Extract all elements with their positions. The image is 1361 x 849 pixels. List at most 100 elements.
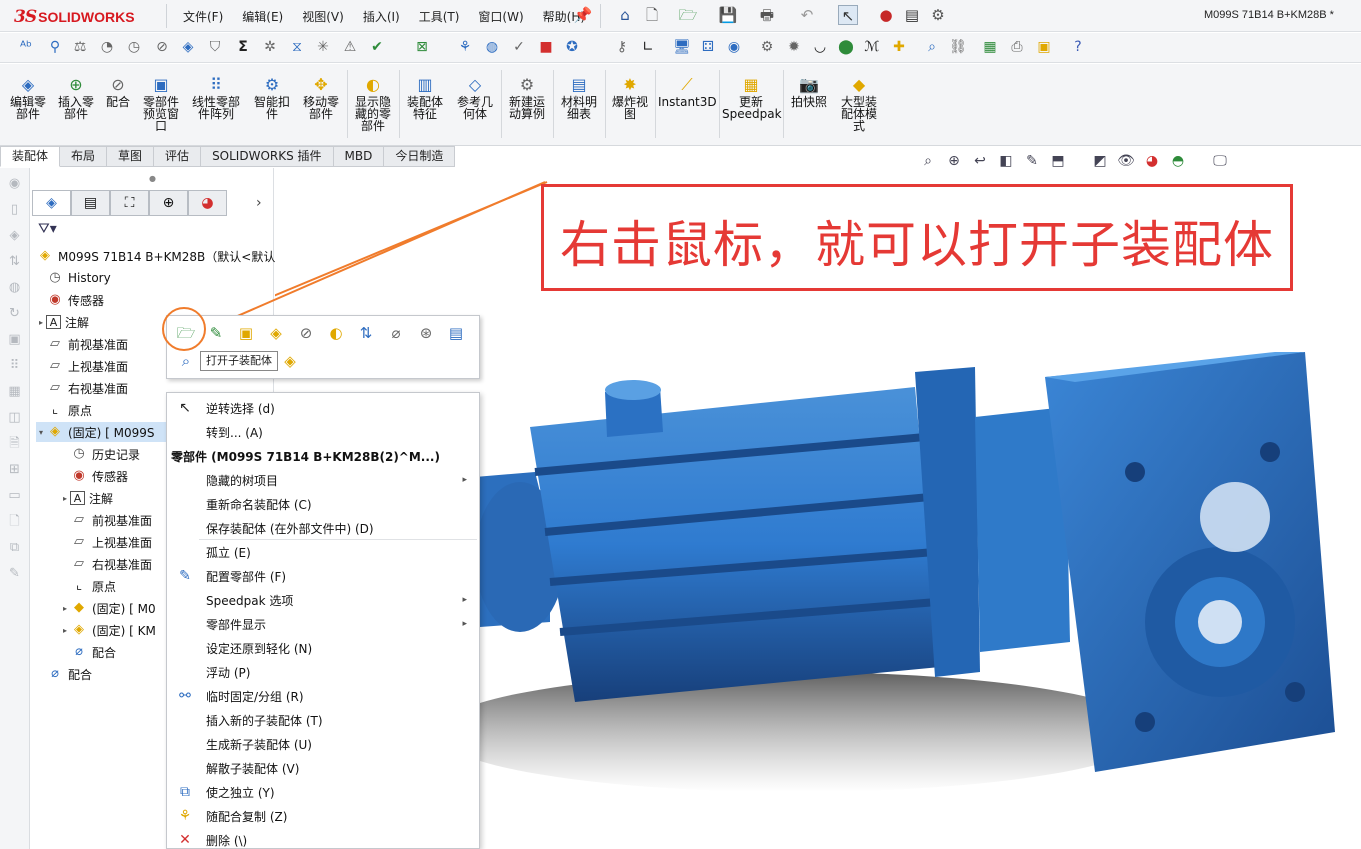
- bowl-icon[interactable]: ◡: [810, 37, 830, 57]
- tab-sketch[interactable]: 草图: [107, 146, 155, 167]
- tab-layout[interactable]: 布局: [60, 146, 108, 167]
- compare-icon[interactable]: ⚠: [340, 37, 360, 57]
- menu-item[interactable]: 解散子装配体 (V): [167, 756, 479, 780]
- hole-alignment-icon[interactable]: ✲: [260, 37, 280, 57]
- network-icon[interactable]: ⚃: [698, 37, 718, 57]
- pattern-icon[interactable]: ℳ: [862, 37, 882, 57]
- insert-components-button[interactable]: ⊕ 插入零 部件: [54, 76, 98, 121]
- web-icon[interactable]: ◉: [724, 37, 744, 57]
- file-properties-icon[interactable]: ▤: [902, 5, 922, 25]
- tree-item[interactable]: ▸ A 注解: [60, 488, 113, 508]
- binoculars-icon[interactable]: ⛓: [948, 37, 968, 57]
- mate-button[interactable]: ⊘ 配合: [102, 76, 134, 109]
- strip-tools-icon[interactable]: ✎: [5, 564, 25, 584]
- check-icon[interactable]: ◷: [124, 37, 144, 57]
- tree-item[interactable]: ▸ ◆ (固定) [ M0: [60, 598, 156, 618]
- interference-icon[interactable]: ⊘: [152, 37, 172, 57]
- dynamic-annotation-icon[interactable]: ✎: [1022, 150, 1042, 172]
- hide-show-icon[interactable]: 👁: [1116, 150, 1136, 172]
- component-icon[interactable]: ◈: [178, 37, 198, 57]
- bom-button[interactable]: ▤ 材料明 细表: [556, 76, 602, 121]
- zoom-to-area-icon[interactable]: ⊕: [944, 150, 964, 172]
- view-mates-icon[interactable]: ⊛: [415, 322, 437, 344]
- settings-gear-icon[interactable]: ⚙: [757, 37, 777, 57]
- tab-assembly[interactable]: 装配体: [0, 146, 61, 167]
- strip-file-icon[interactable]: 🗋: [5, 512, 25, 532]
- save-icon[interactable]: 💾: [718, 5, 738, 25]
- help-book-icon[interactable]: ?: [1068, 37, 1088, 57]
- new-document-icon[interactable]: 🗋: [642, 5, 662, 25]
- menu-item[interactable]: 生成新子装配体 (U): [167, 732, 479, 756]
- strip-table-icon[interactable]: ▦: [5, 382, 25, 402]
- strip-pattern-icon[interactable]: ⠿: [5, 356, 25, 376]
- home-icon[interactable]: ⌂: [615, 5, 635, 25]
- motion-study-button[interactable]: ⚙ 新建运 动算例: [504, 76, 550, 121]
- measure-icon[interactable]: ⚲: [45, 37, 65, 57]
- strip-group-icon[interactable]: ◫: [5, 408, 25, 428]
- zoom-icon[interactable]: ⌕: [922, 37, 942, 57]
- select-icon[interactable]: ↖: [838, 5, 858, 25]
- location-icon[interactable]: ⬤: [836, 37, 856, 57]
- printer-icon[interactable]: ⎙: [1007, 37, 1027, 57]
- edit-appearance-icon[interactable]: ◕: [1142, 150, 1162, 172]
- macro-icon[interactable]: ✔: [367, 37, 387, 57]
- key-icon[interactable]: ⚷: [612, 37, 632, 57]
- tab-evaluate[interactable]: 评估: [154, 146, 202, 167]
- strip-hierarchy-icon[interactable]: ⊞: [5, 460, 25, 480]
- edit-subassembly-icon[interactable]: ✎: [205, 322, 227, 344]
- section-properties-icon[interactable]: ◔: [97, 37, 117, 57]
- spell-check-icon[interactable]: ᴬᵇ: [16, 37, 36, 57]
- excel-icon[interactable]: ▦: [980, 37, 1000, 57]
- show-hidden-button[interactable]: ◐ 显示隐 藏的零 部件: [350, 76, 396, 133]
- puzzle-icon[interactable]: ✚: [889, 37, 909, 57]
- suppress-icon[interactable]: ⊘: [295, 322, 317, 344]
- globe-icon[interactable]: ✪: [562, 37, 582, 57]
- view-orientation-icon[interactable]: ⬒: [1048, 150, 1068, 172]
- tab-mbd[interactable]: MBD: [333, 146, 385, 167]
- print-icon[interactable]: 🖶: [757, 5, 777, 25]
- menu-item[interactable]: 保存装配体 (在外部文件中) (D): [167, 516, 479, 540]
- menu-edit[interactable]: 编辑(E): [242, 8, 283, 25]
- strip-mate-icon[interactable]: ◈: [5, 226, 25, 246]
- tree-root[interactable]: ◈ M099S 71B14 B+KM28B（默认<默认: [36, 246, 275, 266]
- snapshot-button[interactable]: 📷 拍快照: [786, 76, 832, 109]
- zoom-to-fit-icon[interactable]: ⌕: [918, 150, 938, 172]
- tree-item[interactable]: ◷ 历史记录: [60, 444, 140, 464]
- menu-item[interactable]: ⚯ 临时固定/分组 (R): [167, 684, 479, 708]
- options-gear-icon[interactable]: ⚙: [928, 5, 948, 25]
- open-icon[interactable]: 🗁: [678, 5, 698, 25]
- mass-properties-icon[interactable]: ⚖: [70, 37, 90, 57]
- tree-item[interactable]: ▱ 右视基准面: [60, 554, 152, 574]
- tree-item[interactable]: ▱ 前视基准面: [36, 334, 128, 354]
- configuration-manager-tab-icon[interactable]: ⛶: [110, 190, 149, 216]
- expand-toggle-icon[interactable]: ▾: [36, 428, 46, 437]
- strip-document-icon[interactable]: 🗎: [5, 434, 25, 454]
- menu-view[interactable]: 视图(V): [302, 8, 344, 25]
- undo-icon[interactable]: ↶: [797, 5, 817, 25]
- excel-export-icon[interactable]: ⊠: [412, 37, 432, 57]
- chevron-right-icon[interactable]: ›: [256, 195, 262, 211]
- tree-item[interactable]: ▱ 右视基准面: [36, 378, 128, 398]
- menu-item[interactable]: 隐藏的树项目 ▸: [167, 468, 479, 492]
- filter-icon[interactable]: ⛛▾: [38, 221, 57, 237]
- traffic-light-icon[interactable]: ●: [876, 5, 896, 25]
- view-settings-icon[interactable]: 🖵: [1210, 150, 1230, 172]
- panel-grip-icon[interactable]: ●: [149, 174, 156, 183]
- menu-item[interactable]: ✎ 配置零部件 (F): [167, 564, 479, 588]
- symmetry-icon[interactable]: ✳: [313, 37, 333, 57]
- reference-geometry-button[interactable]: ◇ 参考几 何体: [452, 76, 498, 121]
- menu-item[interactable]: ↖ 逆转选择 (d): [167, 396, 479, 420]
- expand-toggle-icon[interactable]: ▸: [60, 604, 70, 613]
- property-manager-tab-icon[interactable]: ▤: [71, 190, 110, 216]
- component-properties-icon[interactable]: ◈: [279, 350, 301, 372]
- strip-blank-icon[interactable]: ▭: [5, 486, 25, 506]
- tree-item[interactable]: ⌀ 配合: [60, 642, 116, 662]
- menu-item[interactable]: 设定还原到轻化 (N): [167, 636, 479, 660]
- menu-item[interactable]: 重新命名装配体 (C): [167, 492, 479, 516]
- pin-icon[interactable]: 📌: [573, 5, 593, 25]
- menu-item[interactable]: ⚘ 随配合复制 (Z): [167, 804, 479, 828]
- menu-tools[interactable]: 工具(T): [419, 8, 460, 25]
- strip-part-icon[interactable]: ▯: [5, 200, 25, 220]
- large-assembly-button[interactable]: ◆ 大型装 配体模 式: [836, 76, 882, 133]
- tree-item[interactable]: ◉ 传感器: [36, 290, 104, 310]
